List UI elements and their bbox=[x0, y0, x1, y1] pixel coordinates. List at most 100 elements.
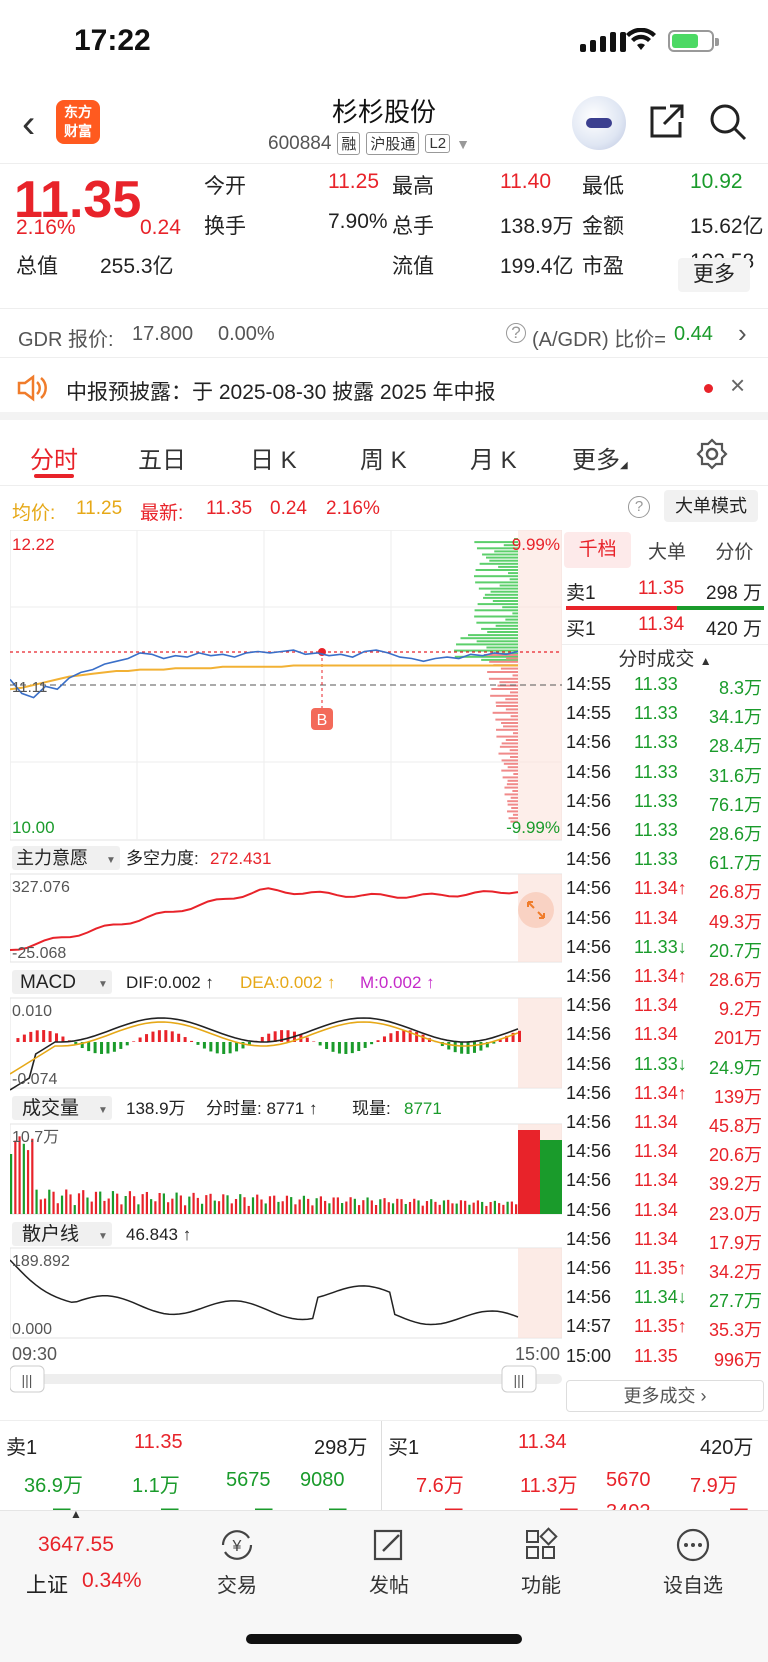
bottom-buy1-price: 11.34 bbox=[518, 1431, 567, 1453]
macd-bar bbox=[389, 1033, 393, 1042]
tick-volume: 23.0万 bbox=[708, 1203, 762, 1224]
macd-bar bbox=[286, 1030, 290, 1042]
tab-five-day[interactable]: 五日 bbox=[138, 440, 186, 475]
volume-bar bbox=[39, 1199, 42, 1214]
tick-price: 11.34↑ bbox=[634, 878, 687, 899]
gdr-label: GDR 报价: bbox=[18, 329, 114, 351]
tick-time: 14:56 bbox=[566, 878, 612, 899]
macd-bar bbox=[93, 1042, 97, 1054]
tick-volume: 996万 bbox=[713, 1349, 762, 1370]
index-pct[interactable]: 0.34% bbox=[82, 1569, 142, 1593]
svg-text:8771: 8771 bbox=[404, 1099, 442, 1118]
expand-up-icon[interactable]: ▲ bbox=[70, 1507, 82, 1521]
volume-bar bbox=[137, 1204, 140, 1214]
buy-depth-bar bbox=[512, 790, 518, 792]
tick-volume: 20.7万 bbox=[708, 940, 762, 961]
help-icon[interactable]: ? bbox=[628, 496, 650, 518]
volume-bar bbox=[43, 1198, 47, 1214]
sell-depth-bar bbox=[512, 612, 518, 615]
volume-bar bbox=[493, 1200, 496, 1214]
tab-qiandang[interactable]: 千档 bbox=[564, 532, 632, 568]
volume-bar bbox=[383, 1198, 386, 1214]
svg-text:138.9万: 138.9万 bbox=[126, 1099, 186, 1118]
volume-bar bbox=[52, 1191, 55, 1214]
volume-bar bbox=[226, 1195, 229, 1214]
volume-bar bbox=[107, 1198, 110, 1214]
sell-depth-bar bbox=[475, 581, 518, 584]
tick-time: 14:56 bbox=[566, 790, 612, 811]
ticks-title[interactable]: 分时成交 ▲ bbox=[562, 644, 768, 674]
tick-time: 14:56 bbox=[566, 1258, 612, 1278]
sell-depth-bar bbox=[479, 562, 518, 565]
nav-add-watchlist[interactable]: 设自选 bbox=[638, 1527, 748, 1598]
big-order-mode-button[interactable]: 大单模式 bbox=[664, 490, 758, 522]
tick-time: 14:57 bbox=[566, 1316, 612, 1337]
macd-bar bbox=[222, 1042, 226, 1054]
macd-bar bbox=[209, 1042, 213, 1052]
tick-row: 14:56 11.34↑ 28.6万 bbox=[566, 966, 766, 996]
dropdown-icon[interactable]: ▼ bbox=[456, 136, 470, 152]
nav-post[interactable]: 发帖 bbox=[334, 1527, 444, 1598]
tab-day-k[interactable]: 日 K bbox=[250, 440, 297, 475]
quote-label: 换手 bbox=[204, 215, 246, 238]
help-icon[interactable]: ? bbox=[506, 323, 526, 343]
latest-change: 0.24 bbox=[270, 498, 307, 519]
buy-depth-bar bbox=[509, 749, 518, 752]
buy-depth-bar bbox=[507, 810, 518, 813]
volume-bar bbox=[116, 1193, 119, 1214]
index-value[interactable]: 3647.55 bbox=[38, 1533, 114, 1557]
macd-bar bbox=[215, 1042, 219, 1054]
buy-depth-bar bbox=[513, 773, 518, 775]
volume-bar bbox=[345, 1201, 348, 1214]
tick-volume: 24.9万 bbox=[708, 1057, 762, 1078]
tick-price: 11.33 bbox=[634, 703, 678, 724]
nav-functions[interactable]: 功能 bbox=[486, 1527, 596, 1598]
notice-text: 中报预披露：于 2025-08-30 披露 2025 年中报 bbox=[66, 381, 496, 404]
nav-trade[interactable]: ¥ 交易 bbox=[182, 1527, 292, 1598]
volume-bar bbox=[438, 1204, 441, 1214]
tab-big-orders[interactable]: 大单 bbox=[633, 537, 700, 564]
sell-depth-bar bbox=[483, 596, 518, 599]
tab-more[interactable]: 更多◢ bbox=[572, 440, 628, 475]
search-icon[interactable] bbox=[708, 102, 748, 142]
closing-volume-bar bbox=[518, 1130, 540, 1214]
macd-bar bbox=[350, 1042, 354, 1054]
robot-assistant-icon[interactable] bbox=[572, 96, 626, 150]
close-icon[interactable]: × bbox=[730, 370, 745, 401]
volume-bar bbox=[150, 1199, 153, 1214]
quote-label: 市盈 bbox=[582, 255, 624, 278]
notice-bar[interactable]: 中报预披露：于 2025-08-30 披露 2025 年中报 × bbox=[0, 358, 768, 420]
volume-bar bbox=[128, 1191, 132, 1214]
volume-bar bbox=[485, 1205, 488, 1214]
volume-bar bbox=[35, 1189, 38, 1214]
more-button[interactable]: 更多 bbox=[678, 258, 750, 292]
intraday-chart[interactable]: B 12.22 10.00 9.99% -9.99% 11.11 主力意愿 ▼ … bbox=[10, 530, 562, 1410]
buy-depth-bar bbox=[495, 718, 518, 721]
sell-depth-bar bbox=[474, 609, 518, 612]
buy-depth-bar bbox=[503, 762, 518, 765]
tick-price: 11.33 bbox=[634, 732, 678, 753]
buy-depth-bar bbox=[507, 779, 518, 782]
more-ticks-button[interactable]: 更多成交 › bbox=[566, 1380, 764, 1412]
settings-gear-icon[interactable] bbox=[696, 438, 728, 470]
volume-bar bbox=[48, 1189, 51, 1214]
tab-price-distribution[interactable]: 分价 bbox=[701, 537, 768, 564]
tab-fenshi[interactable]: 分时 bbox=[30, 440, 78, 475]
volume-bar bbox=[120, 1204, 123, 1214]
sell-depth-bar bbox=[495, 624, 518, 627]
macd-bar bbox=[325, 1042, 329, 1050]
index-name[interactable]: 上证 bbox=[26, 1569, 68, 1599]
buy-depth-bar bbox=[492, 711, 518, 714]
tick-list[interactable]: 14:55 11.33 8.3万 14:55 11.33 34.1万 14:56 11.33 2… bbox=[562, 674, 768, 1376]
svg-text:DIF:0.002 ↑: DIF:0.002 ↑ bbox=[126, 973, 214, 992]
tab-week-k[interactable]: 周 K bbox=[360, 440, 407, 475]
tab-month-k[interactable]: 月 K bbox=[470, 440, 517, 475]
volume-bar bbox=[362, 1200, 365, 1214]
share-icon[interactable] bbox=[646, 102, 686, 142]
buy-depth-bar bbox=[501, 722, 518, 724]
volume-bar bbox=[171, 1198, 174, 1214]
sell-depth-value: 36.9万 bbox=[24, 1475, 83, 1497]
gdr-row[interactable]: GDR 报价: 17.800 0.00% ? (A/GDR) 比价= 0.44 … bbox=[0, 310, 768, 358]
svg-text:▼: ▼ bbox=[98, 1231, 108, 1242]
expand-icon[interactable] bbox=[518, 892, 554, 928]
